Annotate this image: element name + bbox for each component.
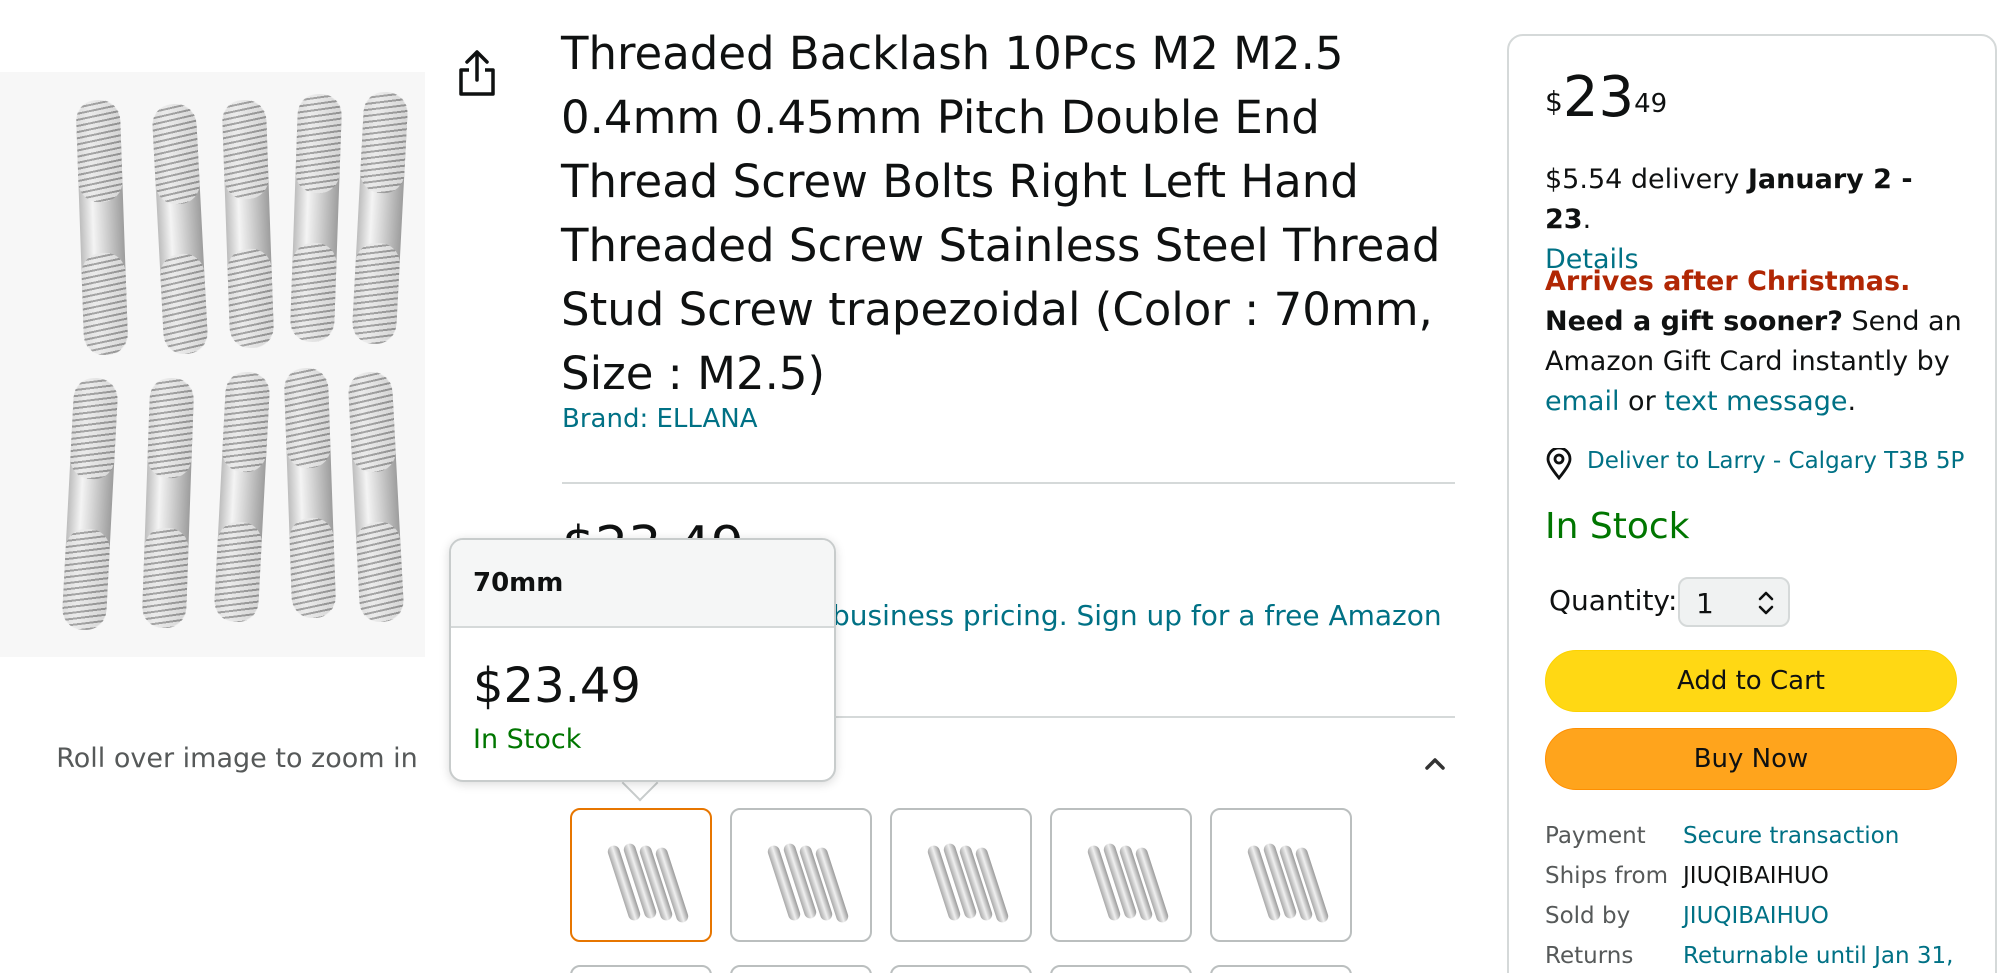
or-text: or [1619, 386, 1665, 417]
color-swatch-selected[interactable] [570, 808, 712, 942]
color-swatch[interactable] [890, 808, 1032, 942]
gift-notice: Arrives after Christmas. Need a gift soo… [1545, 262, 1965, 422]
color-swatch[interactable] [1050, 965, 1192, 973]
color-swatch[interactable] [730, 808, 872, 942]
returns-value[interactable]: Returnable until Jan 31, [1683, 943, 1953, 969]
buy-box-price: $2349 [1545, 66, 1667, 130]
popover-price: $23.49 [473, 658, 641, 714]
sold-by-value[interactable]: JIUQIBAIHUO [1683, 903, 1829, 929]
ships-from-label: Ships from [1545, 863, 1668, 889]
returns-label: Returns [1545, 943, 1634, 969]
share-icon[interactable] [455, 48, 499, 98]
stud-image [151, 103, 209, 355]
location-icon[interactable] [1545, 448, 1573, 480]
business-pricing-link[interactable]: business pricing. Sign up for a free Ama… [832, 599, 1442, 632]
delivery-fee: $5.54 delivery [1545, 164, 1748, 195]
color-swatch[interactable] [1210, 965, 1352, 973]
popover-header: 70mm [451, 540, 834, 628]
sold-by-label: Sold by [1545, 903, 1631, 929]
stud-image [61, 377, 119, 631]
swatch-thumbnail [1238, 840, 1330, 924]
stud-image [351, 91, 409, 345]
payment-value[interactable]: Secure transaction [1683, 823, 1899, 849]
quantity-select[interactable]: 1 [1678, 577, 1790, 627]
stud-image [213, 371, 271, 623]
product-title: Threaded Backlash 10Pcs M2 M2.5 0.4mm 0.… [561, 27, 1441, 400]
quantity-label: Quantity: [1549, 584, 1678, 617]
gift-period: . [1847, 386, 1857, 417]
product-main-image[interactable] [0, 72, 425, 657]
quantity-value: 1 [1696, 587, 1714, 620]
email-link[interactable]: email [1545, 386, 1619, 417]
stud-image [347, 371, 405, 623]
stud-image [283, 367, 337, 619]
price-symbol: $ [1545, 85, 1563, 118]
color-swatch[interactable] [1050, 808, 1192, 942]
price-whole: 23 [1562, 65, 1635, 130]
text-message-link[interactable]: text message [1664, 386, 1847, 417]
chevron-up-icon[interactable] [1420, 748, 1450, 778]
color-swatch[interactable] [570, 965, 712, 973]
brand-link[interactable]: Brand: ELLANA [562, 404, 757, 434]
swatch-thumbnail [1078, 840, 1170, 924]
stud-image [141, 377, 195, 629]
divider [562, 482, 1455, 484]
popover-stock-status: In Stock [473, 724, 582, 755]
select-arrows-icon [1758, 591, 1774, 615]
swatch-thumbnail [598, 840, 690, 924]
swatch-thumbnail [918, 840, 1010, 924]
stud-image [75, 99, 129, 356]
color-swatch[interactable] [1210, 808, 1352, 942]
stud-image [221, 99, 275, 349]
popover-size-label: 70mm [473, 568, 564, 598]
swatch-thumbnail [758, 840, 850, 924]
zoom-hint: Roll over image to zoom in [56, 743, 418, 774]
add-to-cart-button[interactable]: Add to Cart [1545, 650, 1957, 712]
delivery-period: . [1582, 204, 1592, 235]
payment-label: Payment [1545, 823, 1646, 849]
color-swatch[interactable] [730, 965, 872, 973]
ships-from-value: JIUQIBAIHUO [1683, 863, 1829, 889]
deliver-to-link[interactable]: Deliver to Larry - Calgary T3B 5P [1587, 448, 1964, 474]
price-fraction: 49 [1634, 89, 1668, 119]
swatch-popover: 70mm $23.49 In Stock [449, 538, 836, 782]
buy-now-button[interactable]: Buy Now [1545, 728, 1957, 790]
color-swatch[interactable] [890, 965, 1032, 973]
stud-image [289, 93, 343, 343]
need-gift-text: Need a gift sooner? [1545, 306, 1843, 337]
stock-status: In Stock [1545, 506, 1690, 547]
arrives-after-christmas: Arrives after Christmas. [1545, 266, 1911, 297]
